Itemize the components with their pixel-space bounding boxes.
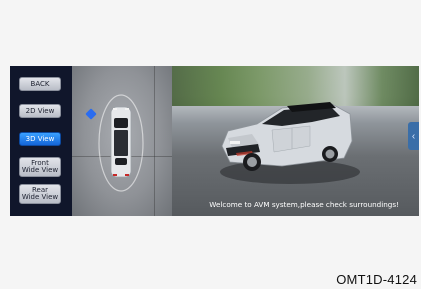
vehicle-top-icon [110, 106, 132, 178]
3d-view-button[interactable]: 3D View [19, 132, 61, 146]
figure-code: OMT1D-4124 [336, 272, 417, 287]
front-wide-view-button-label: Front Wide View [21, 159, 59, 174]
2d-view-button-label: 2D View [25, 106, 55, 115]
rear-wide-view-button-label: Rear Wide View [21, 186, 59, 201]
welcome-message: Welcome to AVM system,please check surro… [209, 200, 399, 209]
2d-view-button[interactable]: 2D View [19, 104, 61, 118]
3d-view-button-label: 3D View [25, 134, 55, 143]
avm-screen: BACK 2D View 3D View Front Wide View Rea… [10, 66, 419, 216]
3d-camera-view: Welcome to AVM system,please check surro… [172, 66, 419, 216]
back-button-label: BACK [30, 79, 50, 88]
vehicle-3d-render [220, 102, 360, 184]
chevron-left-icon: ‹ [411, 130, 416, 142]
sidebar: BACK 2D View 3D View Front Wide View Rea… [10, 66, 72, 216]
back-button[interactable]: BACK [19, 77, 61, 91]
top-down-view [72, 66, 172, 216]
front-wide-view-button[interactable]: Front Wide View [19, 157, 61, 177]
rear-wide-view-button[interactable]: Rear Wide View [19, 184, 61, 204]
collapse-tab[interactable]: ‹ [408, 122, 419, 150]
